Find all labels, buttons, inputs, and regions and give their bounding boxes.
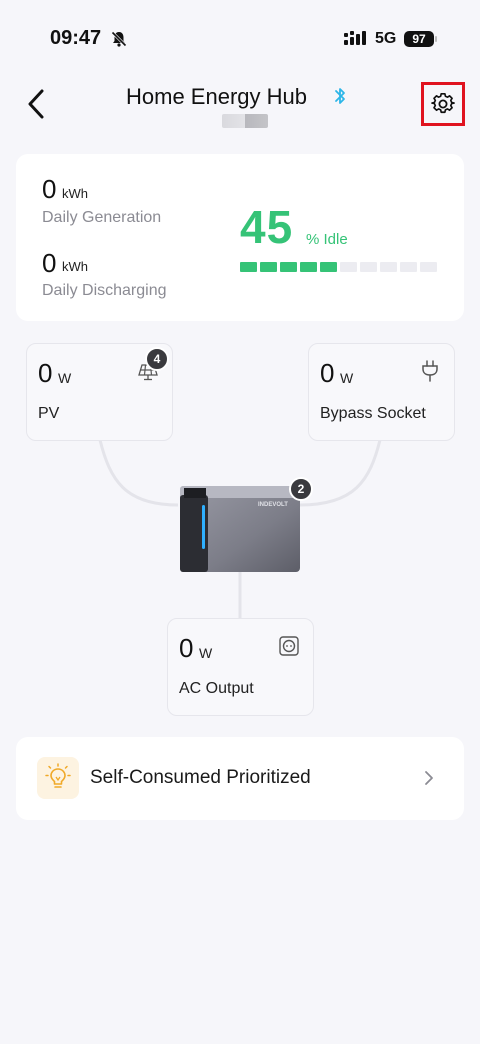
bypass-socket-label: Bypass Socket <box>320 405 426 422</box>
plug-icon <box>421 359 439 388</box>
outlet-icon <box>279 636 299 661</box>
pv-power-value: 0 <box>38 358 53 388</box>
device-brand-label: INDEVOLT <box>258 502 288 508</box>
chevron-right-icon <box>424 770 434 791</box>
energy-hub-device-image[interactable]: INDEVOLT <box>178 483 302 580</box>
pv-label: PV <box>38 405 60 422</box>
bypass-power-value: 0 <box>320 358 335 388</box>
work-mode-label: Self-Consumed Prioritized <box>90 767 311 788</box>
ac-output-label: AC Output <box>179 680 254 697</box>
device-count-badge: 2 <box>289 477 313 501</box>
lightbulb-icon <box>37 757 79 799</box>
pv-power-unit: W <box>58 370 72 386</box>
bypass-power-unit: W <box>340 370 354 386</box>
ac-output-value: 0 <box>179 633 194 663</box>
pv-count-badge: 4 <box>145 347 169 371</box>
ac-output-unit: W <box>199 645 213 661</box>
